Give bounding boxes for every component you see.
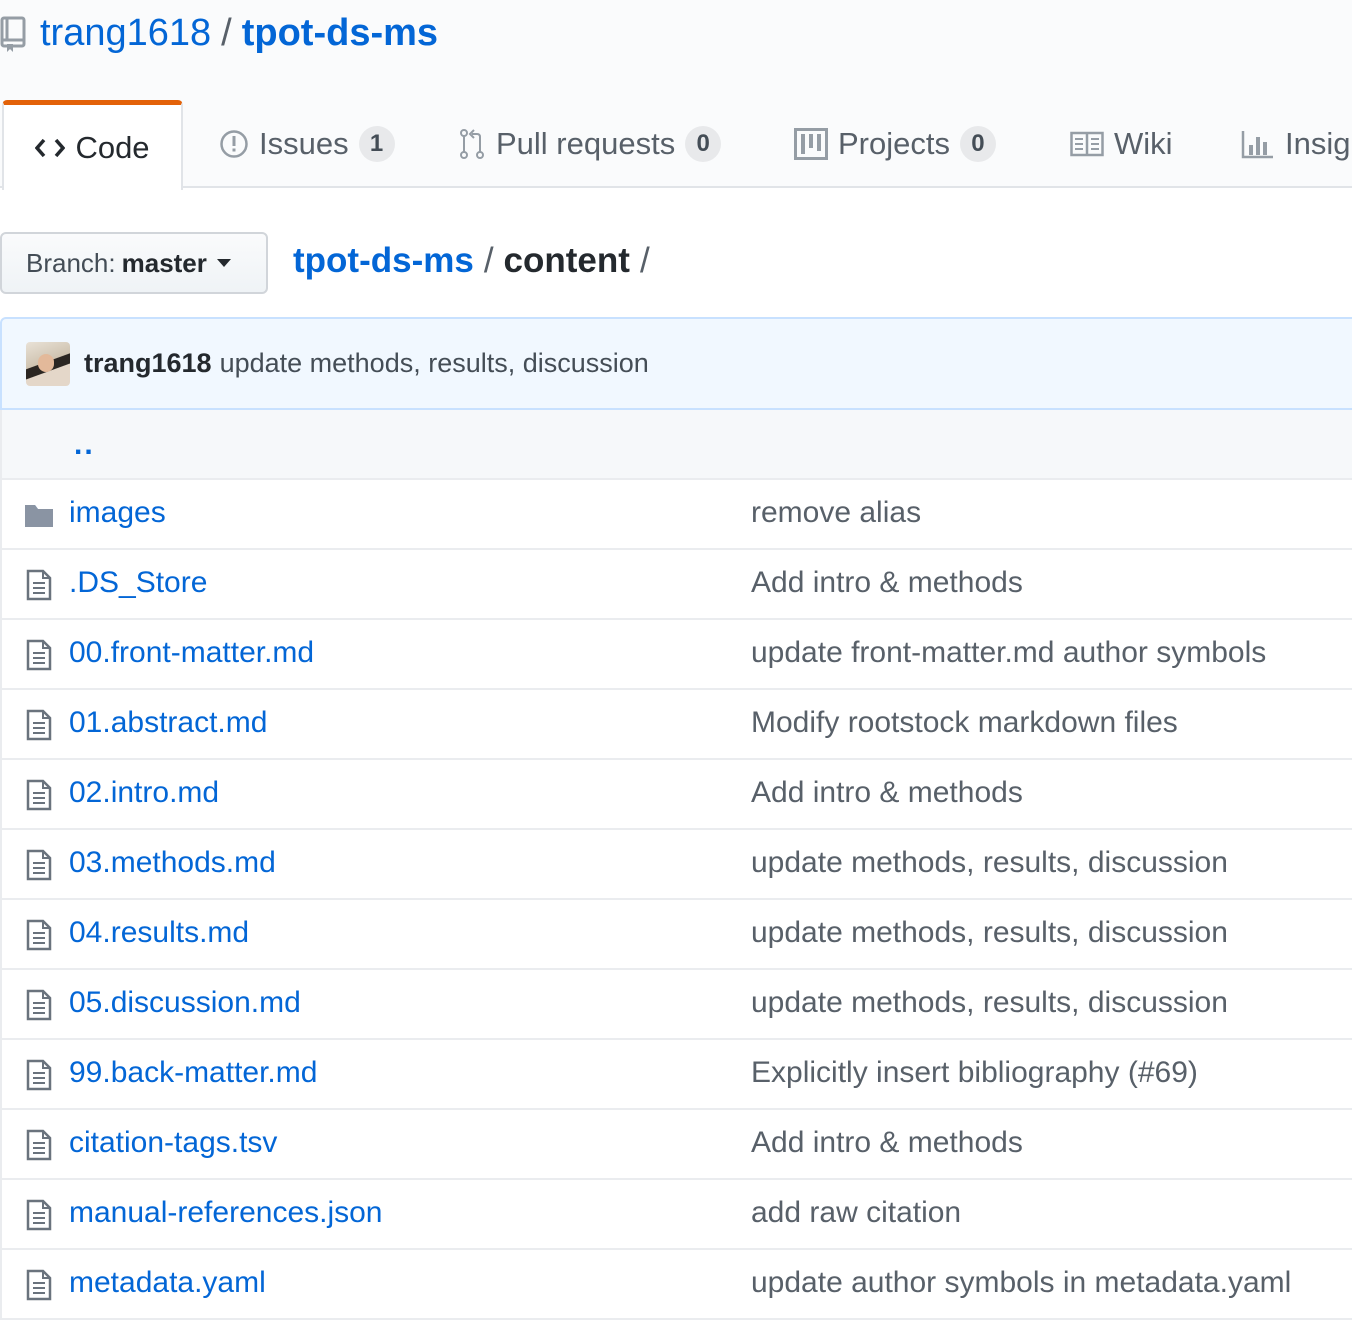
file-row: 99.back-matter.md Explicitly insert bibli… [2, 1040, 1352, 1110]
file-name-link[interactable]: citation-tags.tsv [69, 1126, 277, 1160]
tab-pull-requests-label: Pull requests [496, 126, 676, 161]
file-name-link[interactable]: metadata.yaml [69, 1266, 266, 1300]
project-icon [794, 128, 828, 160]
issue-opened-icon [219, 129, 249, 159]
file-icon [24, 569, 54, 601]
branch-label: Branch: [26, 247, 116, 278]
tab-code-label: Code [75, 129, 150, 165]
projects-counter: 0 [959, 126, 996, 162]
branch-value: master [121, 247, 207, 278]
file-row: citation-tags.tsv Add intro & methods [2, 1110, 1352, 1180]
breadcrumb-current: content [503, 241, 630, 280]
tab-projects-label: Projects [838, 126, 950, 161]
avatar[interactable] [26, 341, 70, 386]
latest-commit-bar: trang1618 update methods, results, discu… [0, 317, 1352, 410]
file-name-link[interactable]: images [69, 496, 166, 530]
file-name-link[interactable]: 01.abstract.md [69, 706, 267, 740]
parent-directory-row: .. [2, 410, 1352, 480]
pull-requests-counter: 0 [685, 126, 722, 162]
file-row: 03.methods.md update methods, results, di… [2, 830, 1352, 900]
breadcrumb-separator: / [483, 241, 494, 280]
repo-nav-tabs: Code Issues 1 Pull requests 0 Projects 0 [0, 100, 1352, 190]
file-row: 01.abstract.md Modify rootstock markdown … [2, 690, 1352, 760]
file-icon [24, 849, 54, 881]
commit-message-link[interactable]: Add intro & methods [751, 1126, 1023, 1160]
commit-message-link[interactable]: Explicitly insert bibliography (#69) [751, 1056, 1198, 1090]
commit-message-link[interactable]: update methods, results, discussion [220, 348, 649, 379]
file-icon [24, 989, 54, 1021]
repo-owner-link[interactable]: trang1618 [40, 12, 211, 55]
graph-icon [1241, 129, 1275, 159]
file-row: 00.front-matter.md update front-matter.md… [2, 620, 1352, 690]
commit-message-link[interactable]: update methods, results, discussion [751, 846, 1228, 880]
file-icon [24, 919, 54, 951]
caret-down-icon [216, 259, 231, 267]
tab-wiki-label: Wiki [1114, 126, 1173, 161]
commit-message-link[interactable]: Add intro & methods [751, 566, 1023, 600]
file-name-link[interactable]: 04.results.md [69, 916, 249, 950]
commit-message-link[interactable]: add raw citation [751, 1196, 961, 1230]
commit-message-link[interactable]: update methods, results, discussion [751, 986, 1228, 1020]
directory-row: images remove alias [2, 480, 1352, 550]
file-row: metadata.yaml update author symbols in me… [2, 1250, 1352, 1320]
file-icon [24, 639, 54, 671]
file-row: 05.discussion.md update methods, results,… [2, 970, 1352, 1040]
file-icon [24, 1199, 54, 1231]
tab-insights[interactable]: Insig [1241, 100, 1350, 188]
tab-pull-requests[interactable]: Pull requests 0 [458, 100, 722, 188]
tab-issues-label: Issues [259, 126, 349, 161]
file-name-link[interactable]: 05.discussion.md [69, 986, 301, 1020]
commit-message-link[interactable]: Modify rootstock markdown files [751, 706, 1178, 740]
repo-header: trang1618 / tpot-ds-ms Code Issues 1 Pul… [0, 0, 1352, 190]
file-icon [24, 1269, 54, 1301]
file-row: .DS_Store Add intro & methods [2, 550, 1352, 620]
breadcrumb-trailing-separator: / [639, 241, 650, 280]
repo-icon [0, 10, 30, 56]
file-row: 04.results.md update methods, results, di… [2, 900, 1352, 970]
commit-message-link[interactable]: Add intro & methods [751, 776, 1023, 810]
repo-name-link[interactable]: tpot-ds-ms [242, 12, 438, 55]
repo-title: trang1618 / tpot-ds-ms [0, 10, 438, 56]
file-name-link[interactable]: 99.back-matter.md [69, 1056, 317, 1090]
tab-projects[interactable]: Projects 0 [794, 100, 996, 188]
branch-select-button[interactable]: Branch: master [0, 232, 268, 294]
file-row: manual-references.json add raw citation [2, 1180, 1352, 1250]
commit-message-link[interactable]: update author symbols in metadata.yaml [751, 1266, 1291, 1300]
git-pull-request-icon [458, 128, 486, 160]
file-directory-icon [24, 499, 54, 531]
file-icon [24, 779, 54, 811]
file-name-link[interactable]: 02.intro.md [69, 776, 219, 810]
file-name-link[interactable]: .DS_Store [69, 566, 207, 600]
breadcrumb: tpot-ds-ms / content / [293, 238, 660, 284]
file-name-link[interactable]: 00.front-matter.md [69, 636, 314, 670]
book-icon [1070, 131, 1104, 157]
code-icon [35, 137, 66, 159]
commit-author-link[interactable]: trang1618 [84, 348, 212, 379]
file-icon [24, 709, 54, 741]
file-row: 02.intro.md Add intro & methods [2, 760, 1352, 830]
file-icon [24, 1059, 54, 1091]
file-name-link[interactable]: manual-references.json [69, 1196, 383, 1230]
file-icon [24, 1129, 54, 1161]
repo-title-separator: / [221, 11, 232, 54]
tab-insights-label: Insig [1285, 126, 1351, 161]
tab-code[interactable]: Code [2, 100, 183, 190]
commit-message-link[interactable]: remove alias [751, 496, 921, 530]
breadcrumb-root-link[interactable]: tpot-ds-ms [293, 241, 474, 281]
file-name-link[interactable]: 03.methods.md [69, 846, 276, 880]
tab-wiki[interactable]: Wiki [1070, 100, 1173, 188]
commit-message-link[interactable]: update front-matter.md author symbols [751, 636, 1266, 670]
parent-directory-link[interactable]: .. [74, 428, 95, 462]
commit-message-link[interactable]: update methods, results, discussion [751, 916, 1228, 950]
tab-issues[interactable]: Issues 1 [219, 100, 395, 188]
file-list: .. images remove alias .DS_Store Add intro… [0, 410, 1352, 1320]
issues-counter: 1 [358, 126, 395, 162]
